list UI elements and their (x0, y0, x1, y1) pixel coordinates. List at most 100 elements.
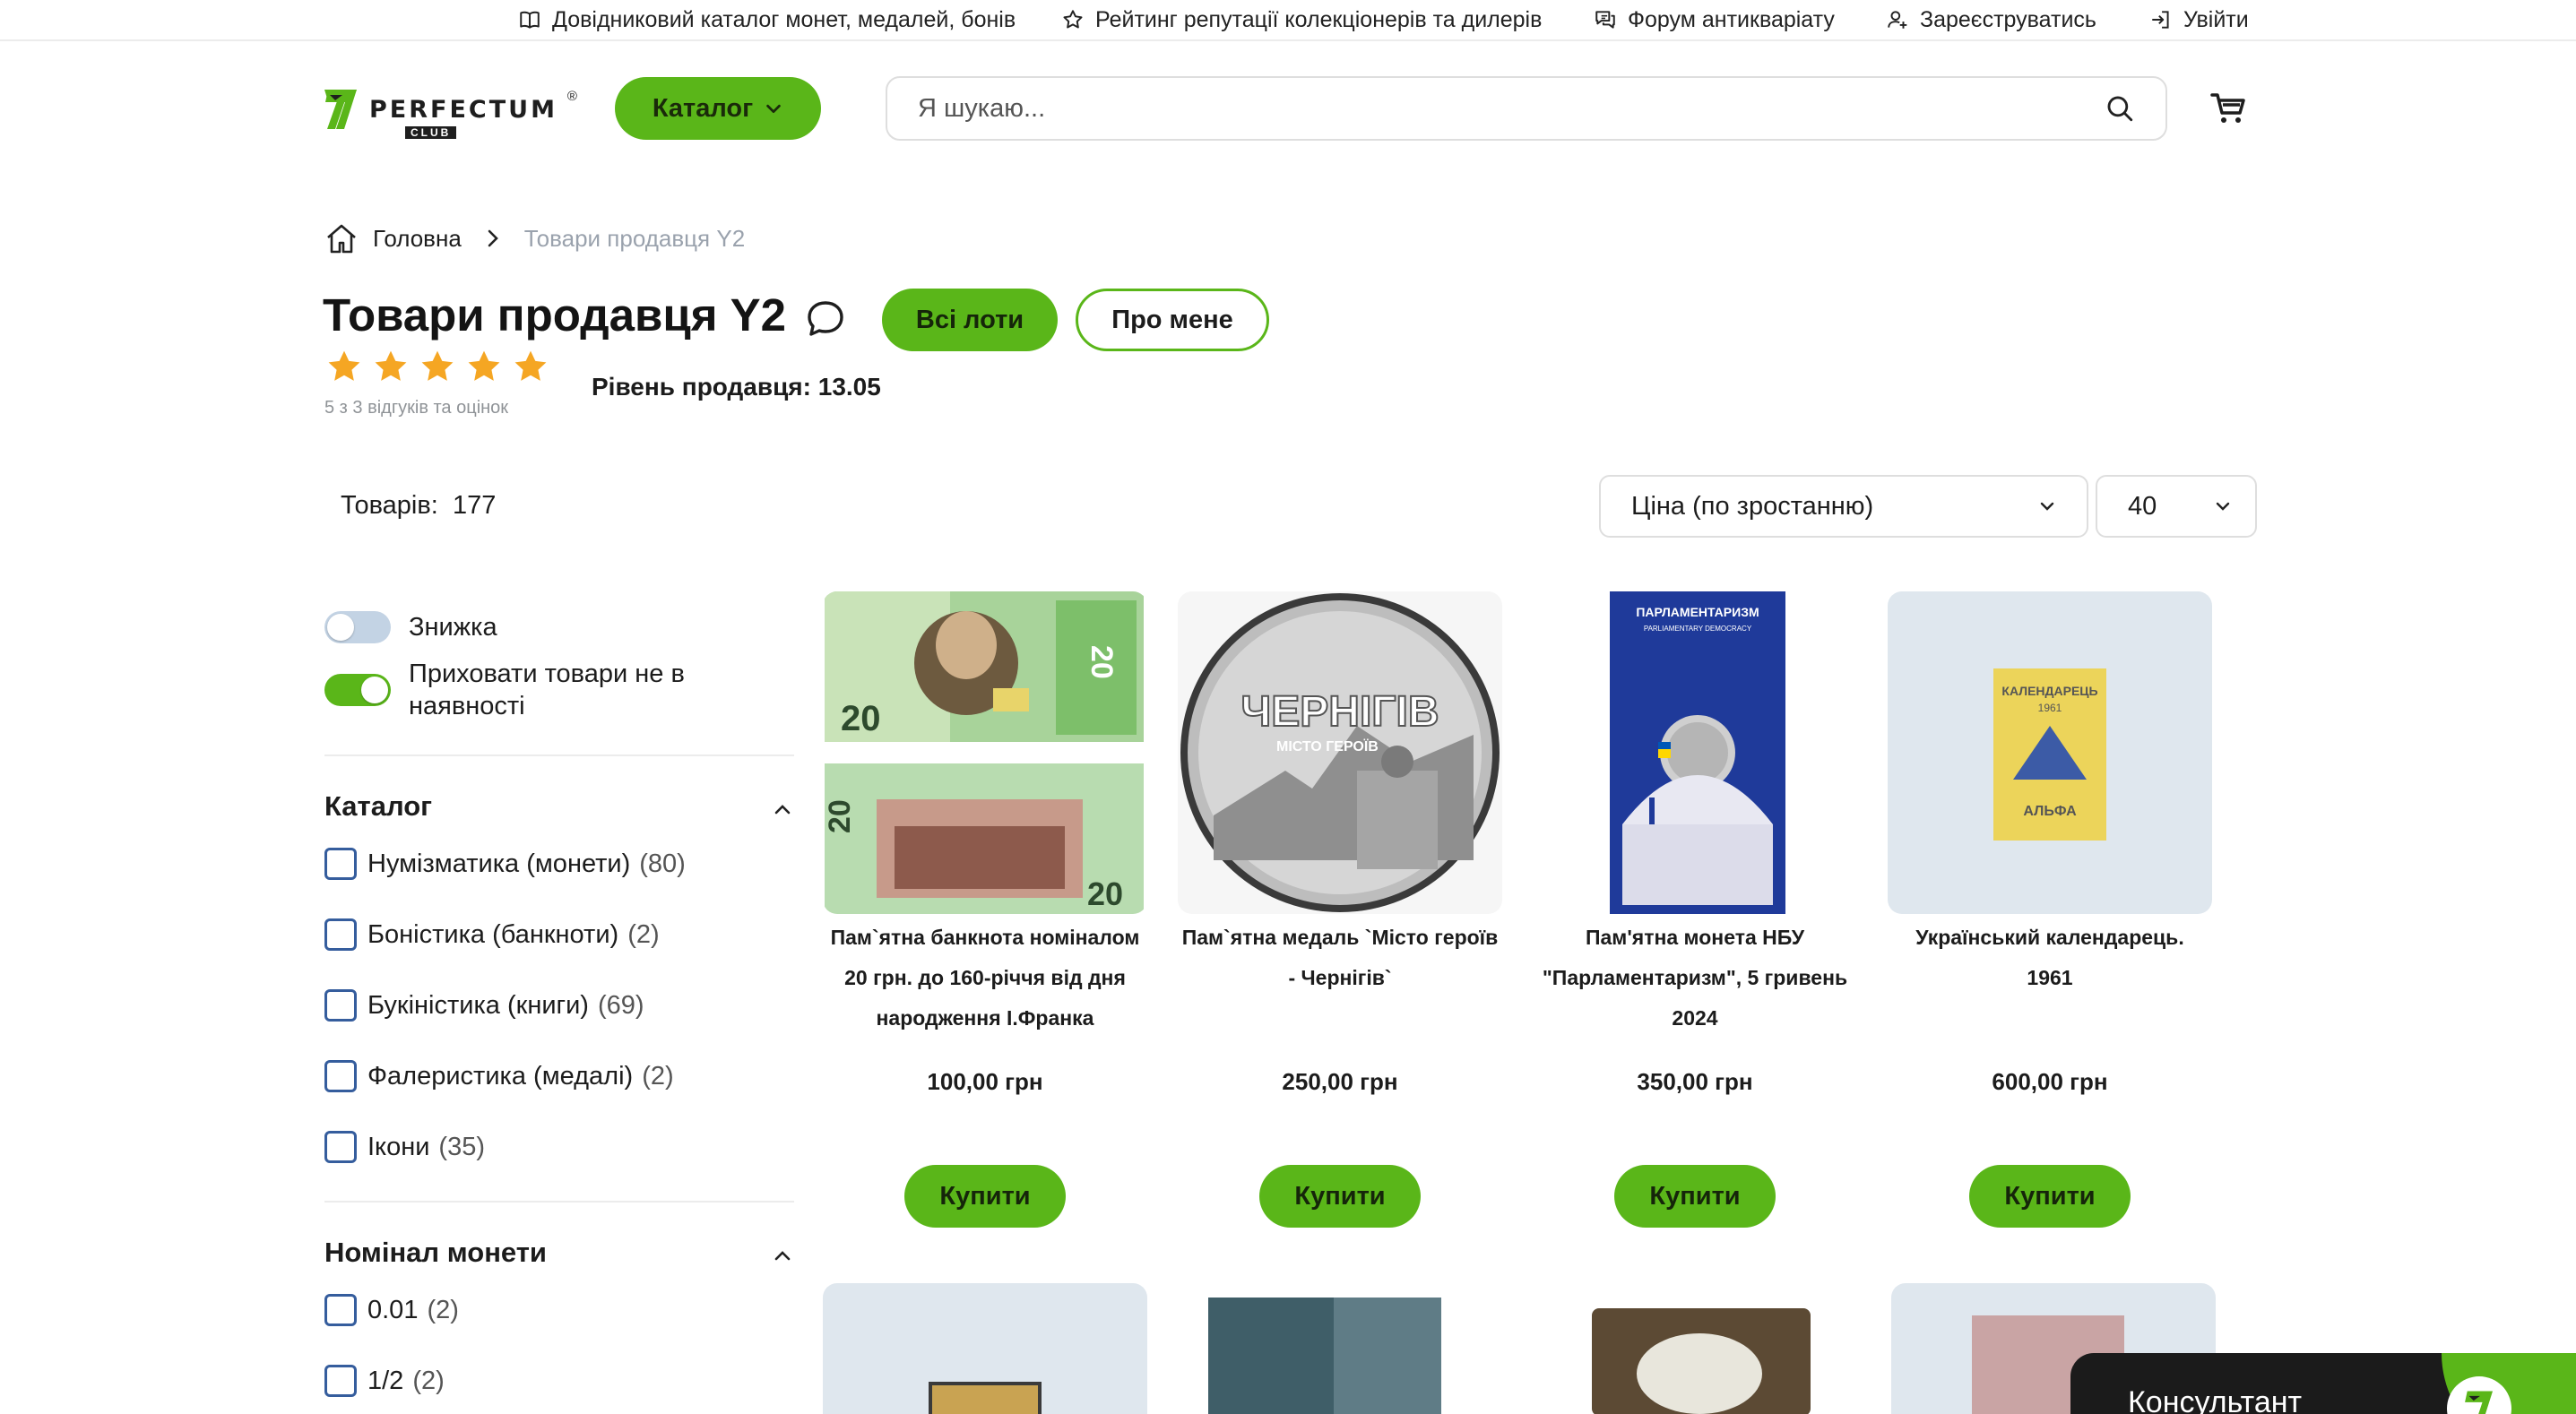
logo-name: PERFECTUM (369, 95, 558, 124)
page-title: Товари продавця Y2 (323, 289, 786, 341)
login-icon (2152, 11, 2169, 29)
chat-icon[interactable] (805, 299, 846, 339)
catalog-filter-title[interactable]: Каталог (324, 790, 432, 823)
login-link[interactable]: Увійти (2149, 4, 2249, 35)
catalog-filter-option-count: (2) (627, 919, 660, 949)
product-name-line: Пам`ятна банкнота номіналом (830, 926, 1140, 949)
breadcrumb-current: Товари продавця Y2 (523, 224, 746, 252)
catalog-filter-option[interactable]: Ікони (35) (324, 1131, 485, 1163)
product-card-image[interactable] (823, 1283, 1147, 1414)
divider (324, 754, 794, 756)
about-me-button[interactable]: Про мене (1076, 289, 1269, 351)
reputation-rating-link[interactable]: Рейтинг репутації колекціонерів та дилер… (1061, 4, 1542, 35)
product-name-line: "Парламентаризм", 5 гривень (1542, 966, 1848, 989)
medal-image[interactable]: ЧЕРНІГІВ МІСТО ГЕРОЇВ (1178, 591, 1502, 914)
coin-booklet-image[interactable]: ПАРЛАМЕНТАРИЗМ PARLIAMENTARY DEMOCRACY (1533, 591, 1857, 914)
product-name-line: 1961 (2027, 966, 2073, 989)
calendar-sub-text: АЛЬФА (2023, 804, 2077, 819)
home-icon[interactable] (324, 222, 359, 254)
search-icon[interactable] (2105, 93, 2135, 124)
search-bar (886, 76, 2167, 141)
all-lots-button[interactable]: Всі лоти (882, 289, 1058, 351)
product-name[interactable]: Пам'ятна монета НБУ "Парламентаризм", 5 г… (1526, 918, 1864, 1039)
buy-button[interactable]: Купити (1614, 1165, 1776, 1228)
catalog-button-label: Каталог (652, 93, 754, 123)
checkbox[interactable] (324, 918, 357, 951)
product-name-line: Пам`ятна медаль `Місто героїв (1181, 926, 1499, 949)
nominal-filter-title[interactable]: Номінал монети (324, 1237, 547, 1269)
logo-mark-icon (324, 90, 357, 129)
checkbox[interactable] (324, 848, 357, 880)
breadcrumb: Головна Товари продавця Y2 (324, 222, 745, 254)
breadcrumb-home[interactable]: Головна (373, 225, 462, 253)
product-name[interactable]: Пам`ятна медаль `Місто героїв - Чернігів` (1171, 918, 1509, 998)
consultant-label: Консультант (2128, 1385, 2303, 1414)
product-price: 600,00 грн (1992, 1068, 2108, 1095)
product-card-image[interactable] (1181, 1283, 1506, 1414)
star-icon (514, 350, 547, 381)
goods-count-value: 177 (452, 491, 497, 520)
checkbox[interactable] (324, 989, 357, 1022)
chevron-up-icon[interactable] (773, 799, 792, 819)
catalog-filter-option-label: Ікони (367, 1132, 430, 1161)
cart-icon[interactable] (2210, 91, 2246, 125)
svg-text:20: 20 (823, 799, 857, 833)
register-label: Зареєструватись (1920, 6, 2096, 32)
reputation-rating-label: Рейтинг репутації колекціонерів та дилер… (1095, 6, 1543, 32)
chevron-up-icon[interactable] (773, 1246, 792, 1265)
forum-label: Форум антикваріату (1628, 6, 1835, 32)
product-name[interactable]: Пам`ятна банкнота номіналом 20 грн. до 16… (816, 918, 1154, 1039)
checkbox[interactable] (324, 1060, 357, 1092)
product-card-image[interactable]: ЧЕРНІГІВ МІСТО ГЕРОЇВ (1178, 591, 1502, 914)
product-card-image[interactable]: КАЛЕНДАРЕЦЬ 1961 АЛЬФА (1888, 591, 2212, 914)
nominal-filter-option-label: 1/2 (367, 1366, 404, 1395)
buy-button[interactable]: Купити (1969, 1165, 2131, 1228)
site-logo[interactable]: PERFECTUM CLUB ® (324, 84, 577, 139)
buy-button[interactable]: Купити (904, 1165, 1066, 1228)
buy-button[interactable]: Купити (1259, 1165, 1421, 1228)
reference-catalog-link[interactable]: Довідниковий каталог монет, медалей, бон… (518, 4, 1016, 35)
sort-select-value: Ціна (по зростанню) (1631, 491, 1874, 521)
product-name-line: 2024 (1672, 1006, 1718, 1030)
product-name[interactable]: Український календарець. 1961 (1880, 918, 2219, 998)
product-name-line: Пам'ятна монета НБУ (1585, 926, 1805, 949)
reference-catalog-label: Довідниковий каталог монет, медалей, бон… (552, 6, 1016, 32)
product-card-image[interactable]: ПАРЛАМЕНТАРИЗМ PARLIAMENTARY DEMOCRACY (1533, 591, 1857, 914)
register-link[interactable]: Зареєструватись (1886, 4, 2096, 35)
catalog-filter-option[interactable]: Нумізматика (монети) (80) (324, 848, 686, 880)
checkbox[interactable] (324, 1365, 357, 1397)
nominal-filter-option-count: (2) (427, 1295, 459, 1324)
hide-unavailable-toggle[interactable] (324, 674, 391, 706)
catalog-button[interactable]: Каталог (615, 77, 821, 140)
product-card-image[interactable]: 20 20 20 20 (823, 591, 1147, 914)
checkbox[interactable] (324, 1294, 357, 1326)
consultant-widget[interactable]: Консультант (2070, 1353, 2576, 1414)
chevron-down-icon (2216, 502, 2230, 511)
catalog-filter-option-count: (69) (597, 990, 644, 1020)
forum-link[interactable]: Форум антикваріату (1594, 4, 1835, 35)
catalog-filter-option-label: Фалеристика (медалі) (367, 1061, 634, 1091)
search-input[interactable] (918, 93, 2105, 124)
per-page-select[interactable]: 40 (2096, 475, 2257, 538)
discount-toggle[interactable] (324, 611, 391, 643)
calendar-booklet-image[interactable]: КАЛЕНДАРЕЦЬ 1961 АЛЬФА (1888, 591, 2212, 914)
nominal-filter-option[interactable]: 1/2 (2) (324, 1365, 445, 1397)
catalog-filter-option[interactable]: Фалеристика (медалі) (2) (324, 1060, 674, 1092)
toggle-knob (327, 614, 354, 641)
product-card: ЧЕРНІГІВ МІСТО ГЕРОЇВ Пам`ятна медаль `М… (1178, 591, 1502, 989)
catalog-filter-option-count: (2) (642, 1061, 674, 1091)
nominal-filter-option[interactable]: 0.01 (2) (324, 1294, 459, 1326)
calendar-title-text: КАЛЕНДАРЕЦЬ (2001, 684, 2097, 698)
book-icon (520, 11, 540, 29)
product-name-line: народження І.Франка (876, 1006, 1094, 1030)
checkbox[interactable] (324, 1131, 357, 1163)
product-card: ПАРЛАМЕНТАРИЗМ PARLIAMENTARY DEMOCRACY П… (1533, 591, 1857, 1030)
catalog-filter-option[interactable]: Боністика (банкноти) (2) (324, 918, 660, 951)
sort-select[interactable]: Ціна (по зростанню) (1599, 475, 2088, 538)
banknote-image[interactable]: 20 20 20 20 (823, 591, 1147, 914)
catalog-filter-option[interactable]: Букіністика (книги) (69) (324, 989, 644, 1022)
hide-unavailable-label-line1: Приховати товари не в (409, 660, 685, 688)
product-card-image[interactable] (1538, 1283, 1863, 1414)
product-card: КАЛЕНДАРЕЦЬ 1961 АЛЬФА Український кален… (1888, 591, 2212, 989)
seller-level-value: 13.05 (817, 373, 881, 401)
